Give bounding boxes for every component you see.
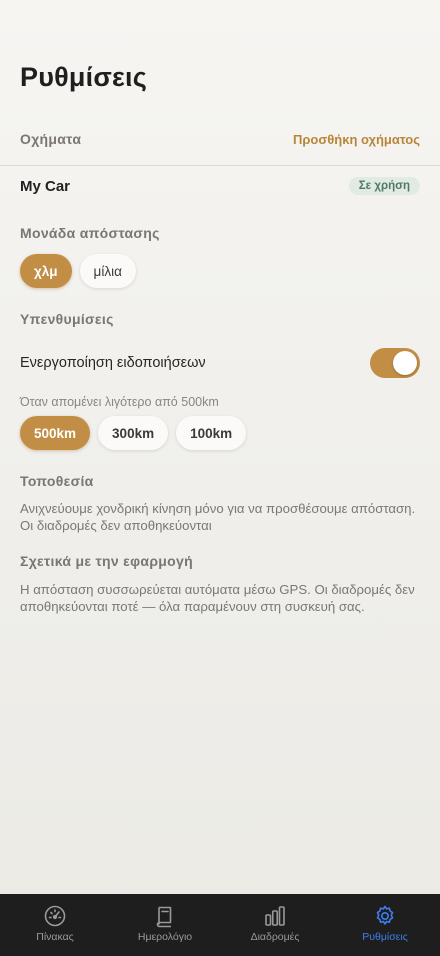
about-section-label: Σχετικά με την εφαρμογή [20, 553, 193, 569]
vehicles-section-label: Οχήματα [20, 131, 82, 147]
gauge-icon [44, 905, 66, 927]
bars-icon [265, 906, 285, 926]
vehicle-row[interactable]: My Car Σε χρήση [20, 177, 420, 195]
about-description: Η απόσταση συσσωρεύεται αυτόματα μέσω GP… [20, 582, 415, 614]
tab-trips[interactable]: Διαδρομές [220, 904, 330, 943]
vehicle-name: My Car [20, 177, 71, 195]
page-title: Ρυθμίσεις [20, 62, 147, 92]
threshold-option-300[interactable]: 300km [98, 416, 169, 450]
notifications-row: Ενεργοποίηση ειδοποιήσεων [20, 348, 420, 378]
tab-settings[interactable]: Ρυθμίσεις [330, 904, 440, 943]
unit-option-miles[interactable]: μίλια [79, 254, 136, 288]
threshold-caption: Όταν απομένει λιγότερο από 500km [20, 395, 219, 409]
notifications-toggle[interactable] [370, 348, 420, 378]
book-icon [156, 906, 172, 928]
tab-bar: Πίνακας Ημερολόγιο Διαδρομές Ρυθμίσεις [0, 894, 440, 956]
location-header: Τοποθεσία [20, 473, 420, 489]
tab-label-dashboard: Πίνακας [36, 931, 74, 943]
tab-label-settings: Ρυθμίσεις [362, 931, 408, 943]
about-header: Σχετικά με την εφαρμογή [20, 553, 420, 569]
location-section-label: Τοποθεσία [20, 473, 94, 489]
distance-unit-header: Μονάδα απόστασης [20, 225, 420, 241]
status-badge: Σε χρήση [348, 177, 420, 195]
reminders-header: Υπενθυμίσεις [20, 311, 420, 327]
notifications-label: Ενεργοποίηση ειδοποιήσεων [20, 355, 206, 371]
distance-unit-section-label: Μονάδα απόστασης [20, 225, 160, 241]
tab-label-journal: Ημερολόγιο [137, 931, 193, 943]
location-description: Ανιχνεύουμε χονδρική κίνηση μόνο για να … [20, 501, 416, 533]
reminders-section-label: Υπενθυμίσεις [20, 311, 114, 327]
add-vehicle-button[interactable]: Προσθήκη οχήματος [293, 132, 420, 147]
threshold-option-100[interactable]: 100km [176, 416, 247, 450]
distance-unit-selector: χλμ μίλια [20, 254, 136, 288]
gear-icon [376, 905, 394, 925]
tab-label-trips: Διαδρομές [250, 931, 300, 943]
tab-dashboard[interactable]: Πίνακας [0, 904, 110, 943]
divider [0, 165, 440, 166]
vehicles-header-row: Οχήματα Προσθήκη οχήματος [20, 131, 420, 147]
unit-option-km[interactable]: χλμ [20, 254, 72, 288]
threshold-option-500[interactable]: 500km [20, 416, 91, 450]
tab-journal[interactable]: Ημερολόγιο [110, 904, 220, 943]
toggle-knob [393, 351, 417, 375]
threshold-selector: 500km 300km 100km [20, 416, 247, 450]
